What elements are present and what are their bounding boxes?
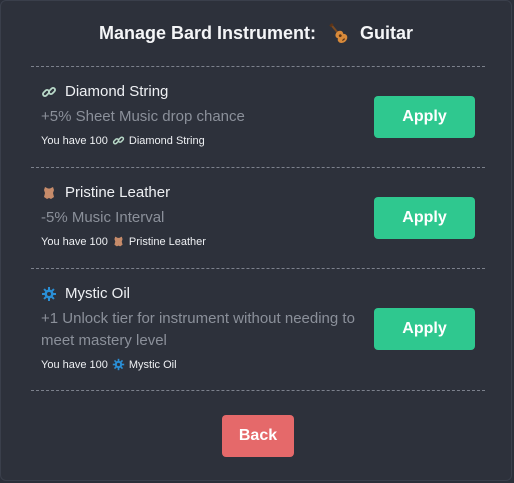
title-text: Manage Bard Instrument:: [98, 22, 316, 43]
owned-name: Pristine Leather: [128, 235, 206, 248]
item-name: Pristine Leather: [65, 184, 171, 201]
owned-count: You have 100: [41, 134, 108, 147]
item-name: Mystic Oil: [65, 285, 130, 302]
owned-name: Diamond String: [128, 134, 205, 147]
owned-name: Mystic Oil: [128, 358, 177, 371]
leather-hide-icon: [41, 185, 57, 201]
divider: [31, 390, 485, 391]
back-button[interactable]: Back: [222, 415, 294, 457]
gear-icon: [112, 358, 125, 371]
item-description: +1 Unlock tier for instrument without ne…: [41, 310, 355, 349]
apply-pristine-leather-button[interactable]: Apply: [374, 197, 475, 239]
item-description: +5% Sheet Music drop chance: [41, 108, 245, 125]
chain-link-icon: [41, 84, 57, 100]
guitar-icon: [326, 21, 350, 45]
apply-mystic-oil-button[interactable]: Apply: [374, 308, 475, 350]
item-owned: You have 100 Mystic Oil: [41, 358, 481, 371]
dialog-title: Manage Bard Instrument: Guitar: [1, 21, 511, 45]
owned-count: You have 100: [41, 358, 108, 371]
item-name: Diamond String: [65, 83, 169, 100]
item-description: -5% Music Interval: [41, 209, 165, 226]
divider: [31, 268, 485, 269]
manage-instrument-dialog: Manage Bard Instrument: Guitar Diamond S: [0, 0, 512, 481]
divider: [31, 167, 485, 168]
owned-count: You have 100: [41, 235, 108, 248]
leather-hide-icon: [112, 235, 125, 248]
gear-icon: [41, 286, 57, 302]
instrument-name: Guitar: [360, 22, 414, 43]
apply-diamond-string-button[interactable]: Apply: [374, 96, 475, 138]
divider: [31, 66, 485, 67]
chain-link-icon: [112, 134, 125, 147]
